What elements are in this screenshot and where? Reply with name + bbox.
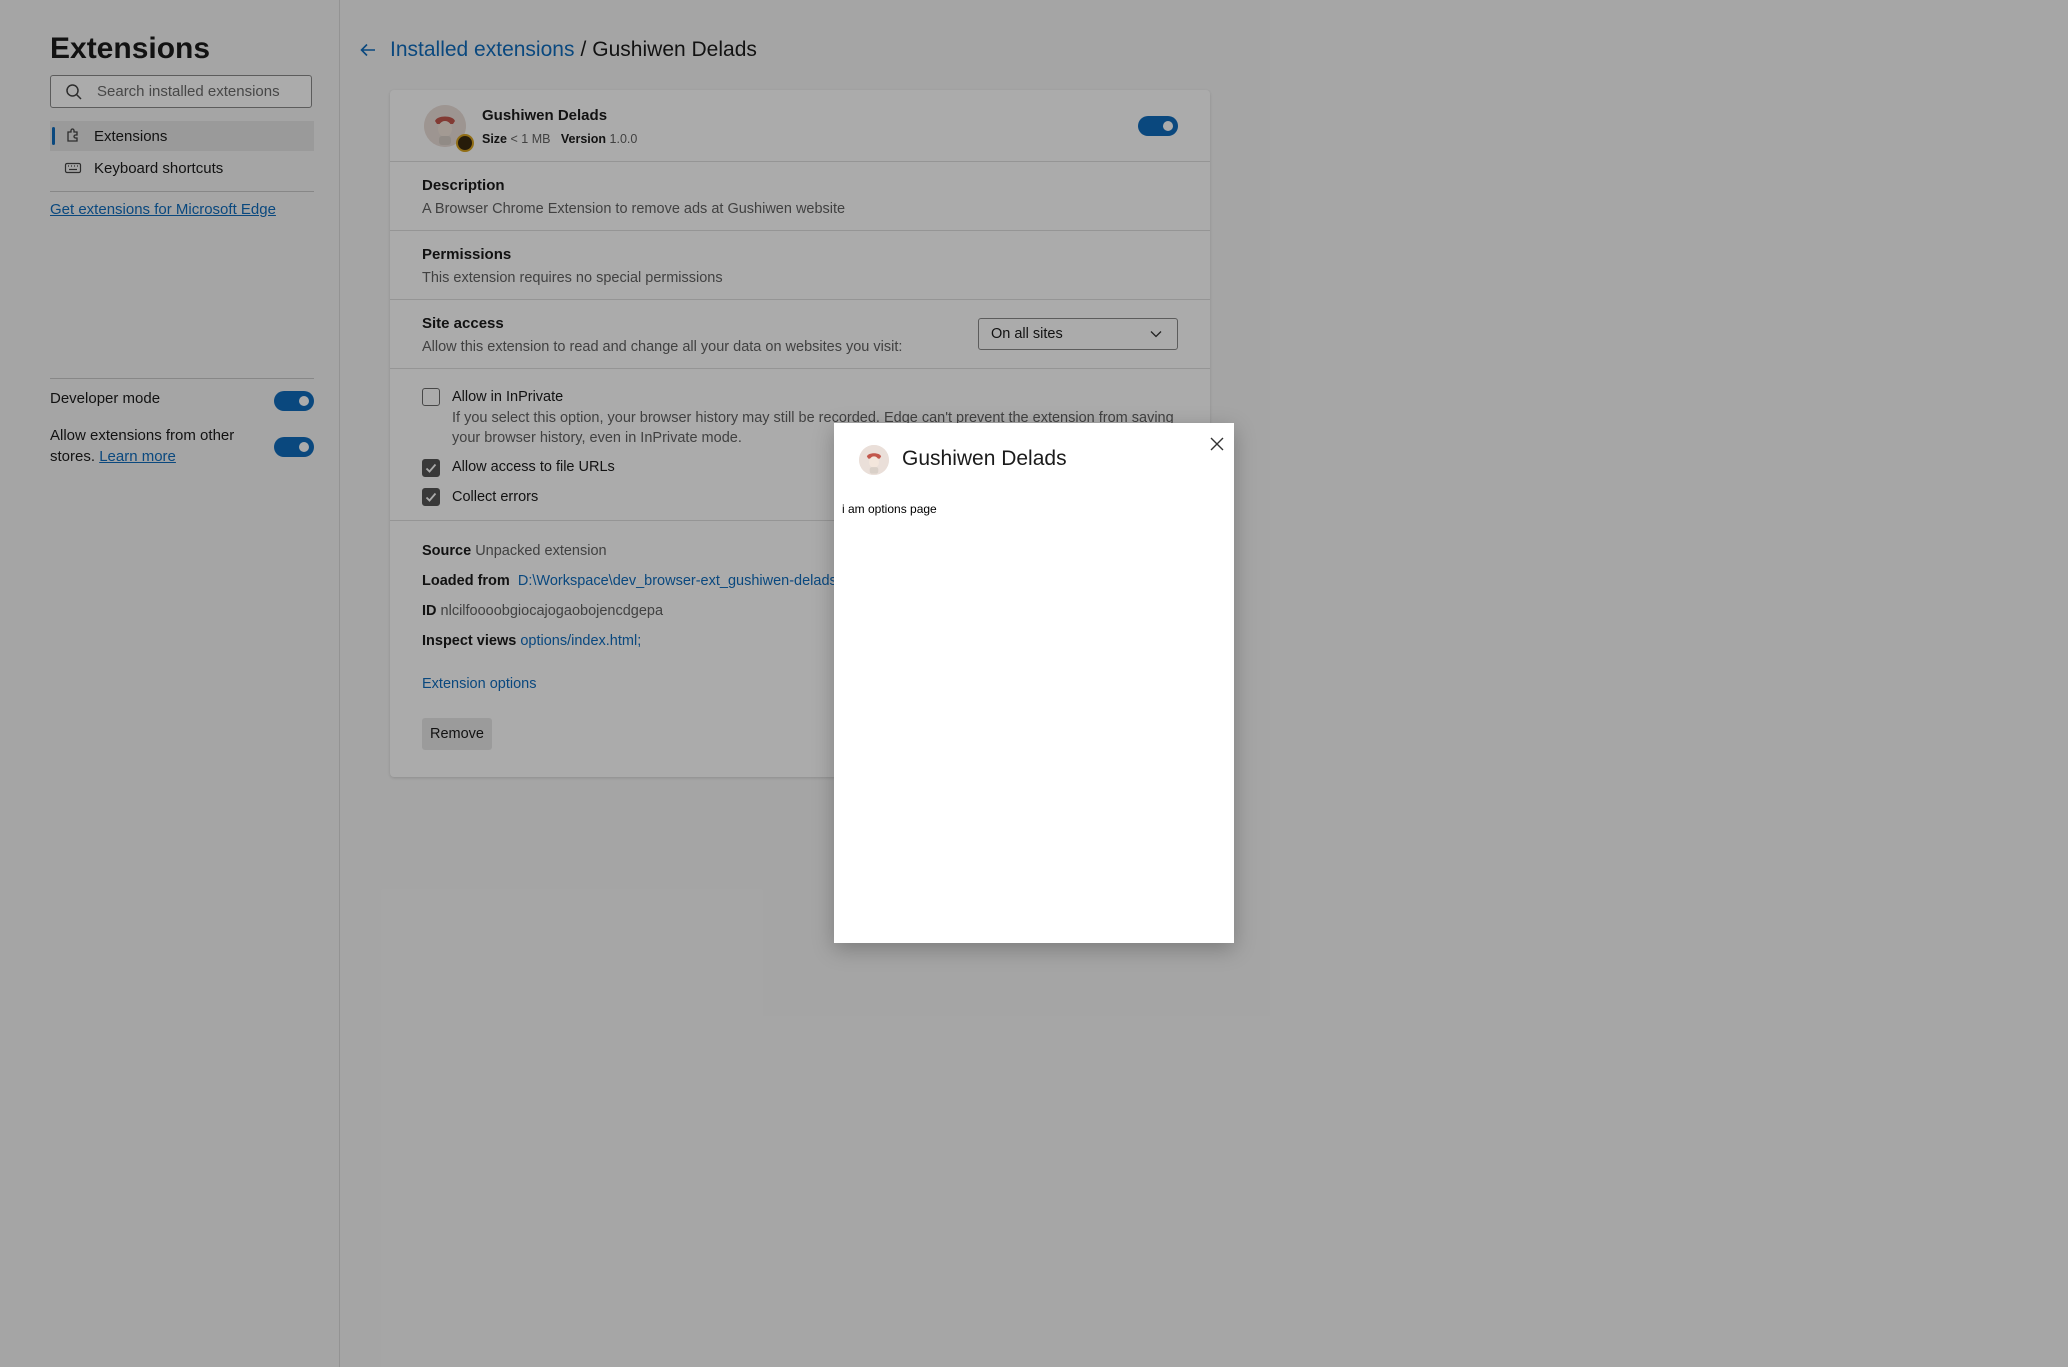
dialog-body-text: i am options page: [842, 502, 937, 516]
extension-avatar-icon: [859, 445, 889, 475]
close-icon[interactable]: [1206, 433, 1228, 455]
dialog-title: Gushiwen Delads: [902, 447, 1067, 470]
extension-options-dialog: Gushiwen Delads i am options page: [834, 423, 1234, 943]
